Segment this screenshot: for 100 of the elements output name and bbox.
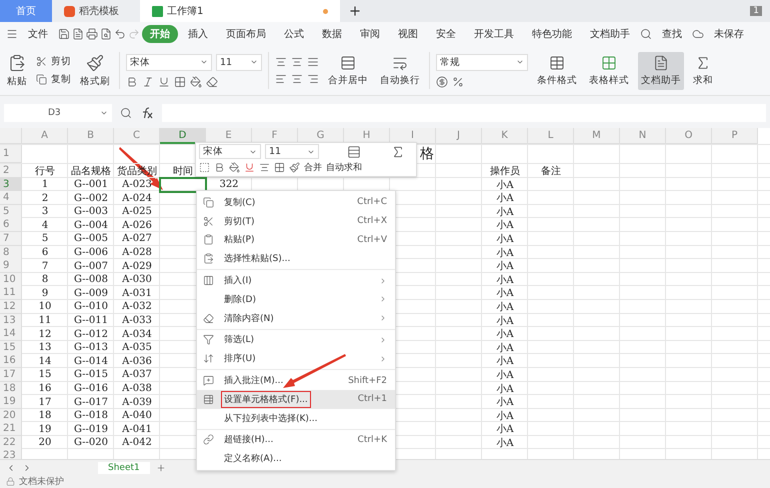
paste-special-icon[interactable]	[203, 253, 214, 264]
context-menu-item[interactable]: 筛选(L)	[197, 330, 395, 350]
menu-icon[interactable]	[6, 28, 18, 40]
ribbon-tab[interactable]: 开发工具	[466, 25, 522, 43]
align-left-icon[interactable]	[275, 73, 287, 85]
context-menu-item[interactable]: 清除内容(N)	[197, 308, 395, 328]
context-menu-item[interactable]: 设置单元格格式(F)... Ctrl+1	[197, 390, 395, 409]
table-icon[interactable]	[549, 54, 565, 70]
font-size-select[interactable]: 11	[265, 144, 319, 159]
brush-icon[interactable]	[86, 54, 104, 72]
fill-color-icon[interactable]	[229, 162, 240, 173]
align-center-icon[interactable]	[259, 162, 270, 173]
ribbon-tab[interactable]: 视图	[390, 25, 426, 43]
add-sheet-icon[interactable]	[156, 462, 166, 472]
copy-button[interactable]: 复制	[36, 73, 71, 86]
insert-icon[interactable]	[203, 275, 214, 286]
paste-icon[interactable]	[8, 54, 26, 72]
context-menu-item[interactable]: 删除(D)	[197, 290, 395, 309]
filter-icon[interactable]	[203, 334, 214, 346]
sigma-icon[interactable]	[391, 144, 405, 158]
context-menu-item[interactable]: 插入批注(M)... Shift+F2	[197, 371, 395, 390]
copy-icon[interactable]	[203, 196, 214, 208]
sort-icon[interactable]	[203, 353, 214, 364]
align-center-icon[interactable]	[291, 73, 303, 85]
function-icon[interactable]	[140, 107, 154, 119]
underline-icon[interactable]	[158, 76, 170, 88]
zoom-icon[interactable]	[120, 107, 132, 119]
table-style-icon[interactable]	[601, 54, 617, 70]
context-menu-item[interactable]: 剪切(T) Ctrl+X	[197, 212, 395, 231]
new-tab-icon[interactable]	[348, 4, 362, 18]
print-preview-icon[interactable]	[100, 28, 112, 40]
conditional-format-button[interactable]: 条件格式	[534, 52, 580, 90]
merge-cells-icon[interactable]	[340, 54, 356, 70]
autosum-button[interactable]: 自动求和	[326, 161, 362, 174]
align-bottom-icon[interactable]	[307, 56, 319, 68]
search-icon[interactable]	[640, 28, 652, 40]
cloud-icon[interactable]	[692, 28, 704, 40]
context-menu-item[interactable]: 粘贴(P) Ctrl+V	[197, 230, 395, 250]
table-style-button[interactable]: 表格样式	[586, 52, 632, 90]
merge-center-button[interactable]: 合并居中	[325, 52, 371, 90]
paste-button[interactable]: 粘贴	[4, 50, 30, 90]
cell-format-icon[interactable]	[203, 394, 214, 405]
eraser-icon[interactable]	[203, 312, 214, 324]
bold-icon[interactable]	[214, 162, 225, 173]
cut-button[interactable]: 剪切	[36, 55, 71, 68]
name-box[interactable]: D3	[4, 104, 112, 122]
column-header[interactable]: D	[160, 128, 206, 144]
ribbon-tab[interactable]: 页面布局	[218, 25, 274, 43]
italic-icon[interactable]	[142, 76, 154, 88]
font-color-icon[interactable]	[244, 162, 255, 173]
clipboard-icon[interactable]	[203, 234, 214, 246]
merge-cells-icon[interactable]	[347, 144, 361, 158]
eraser-icon[interactable]	[206, 76, 218, 88]
ribbon-tab[interactable]: 公式	[276, 25, 312, 43]
format-painter-button[interactable]: 格式刷	[77, 50, 113, 90]
comment-icon[interactable]	[203, 375, 214, 386]
align-top-icon[interactable]	[275, 56, 287, 68]
percent-icon[interactable]	[452, 76, 464, 88]
sheet-tab[interactable]: Sheet1	[98, 462, 150, 474]
border-icon[interactable]	[274, 162, 285, 173]
context-menu-item[interactable]: 超链接(H)... Ctrl+K	[197, 430, 395, 450]
ribbon-tab[interactable]: 安全	[428, 25, 464, 43]
link-icon[interactable]	[203, 434, 214, 446]
number-format-select[interactable]: 常规	[436, 54, 528, 70]
font-select[interactable]: 宋体	[199, 144, 261, 159]
active-cell[interactable]	[160, 178, 206, 192]
scissors-icon[interactable]	[203, 216, 214, 227]
search-link[interactable]: 查找	[654, 25, 690, 43]
undo-icon[interactable]	[114, 28, 126, 40]
ribbon-tab[interactable]: 审阅	[352, 25, 388, 43]
ribbon-tab[interactable]: 插入	[180, 25, 216, 43]
align-right-icon[interactable]	[307, 73, 319, 85]
sum-button[interactable]: 求和	[690, 52, 716, 90]
brush-icon[interactable]	[289, 162, 300, 173]
context-menu-item[interactable]: 复制(C) Ctrl+C	[197, 193, 395, 212]
align-middle-icon[interactable]	[291, 56, 303, 68]
lock-icon[interactable]	[6, 477, 15, 486]
bold-icon[interactable]	[126, 76, 138, 88]
font-select[interactable]: 宋体	[126, 54, 212, 70]
select-icon[interactable]	[199, 162, 210, 173]
row-header[interactable]: 3	[0, 178, 22, 192]
currency-icon[interactable]	[436, 76, 448, 88]
ribbon-tab[interactable]: 特色功能	[524, 25, 580, 43]
context-menu-item[interactable]: 选择性粘贴(S)...	[197, 249, 395, 268]
copy-icon[interactable]	[36, 74, 47, 85]
print-icon[interactable]	[86, 28, 98, 40]
ribbon-tab[interactable]: 数据	[314, 25, 350, 43]
context-menu-item[interactable]: 定义名称(A)...	[197, 449, 395, 468]
merge-button[interactable]: 合并	[304, 161, 322, 174]
context-menu-item[interactable]: 插入(I)	[197, 271, 395, 290]
save-icon[interactable]	[58, 28, 70, 40]
context-menu-item[interactable]: 从下拉列表中选择(K)...	[197, 408, 395, 428]
fill-color-icon[interactable]	[190, 76, 202, 88]
ribbon-tab[interactable]: 文档助手	[582, 25, 638, 43]
border-icon[interactable]	[174, 76, 186, 88]
document-icon[interactable]	[653, 54, 669, 70]
window-tab[interactable]: 工作簿1	[140, 0, 340, 22]
font-size-select[interactable]: 11	[216, 54, 262, 70]
file-menu[interactable]: 文件	[20, 25, 56, 43]
scissors-icon[interactable]	[36, 56, 47, 67]
